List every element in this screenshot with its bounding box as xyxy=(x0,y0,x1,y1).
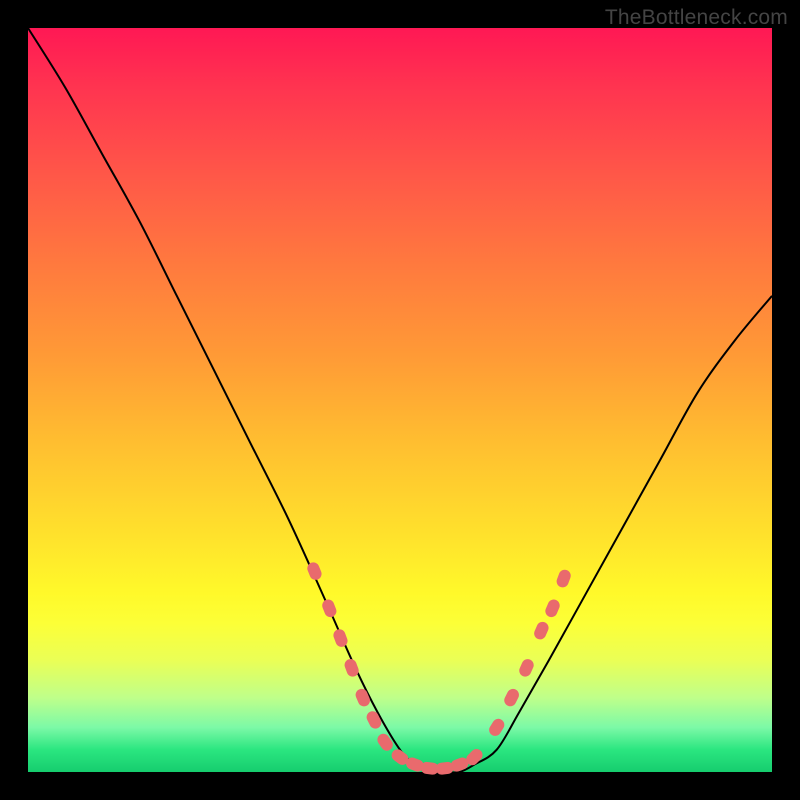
curve-marker xyxy=(502,687,521,708)
marker-group xyxy=(306,561,573,776)
watermark-text: TheBottleneck.com xyxy=(605,6,788,30)
curve-marker xyxy=(517,657,535,678)
curve-marker xyxy=(543,598,561,619)
chart-svg xyxy=(28,28,772,772)
curve-marker xyxy=(555,568,573,589)
curve-marker xyxy=(487,717,507,739)
bottleneck-curve xyxy=(28,28,772,773)
curve-marker xyxy=(354,687,372,708)
curve-marker xyxy=(375,731,395,753)
curve-marker xyxy=(332,628,350,649)
curve-marker xyxy=(365,709,384,730)
chart-plot-area xyxy=(28,28,772,772)
curve-marker xyxy=(532,620,550,641)
curve-marker xyxy=(320,598,338,619)
